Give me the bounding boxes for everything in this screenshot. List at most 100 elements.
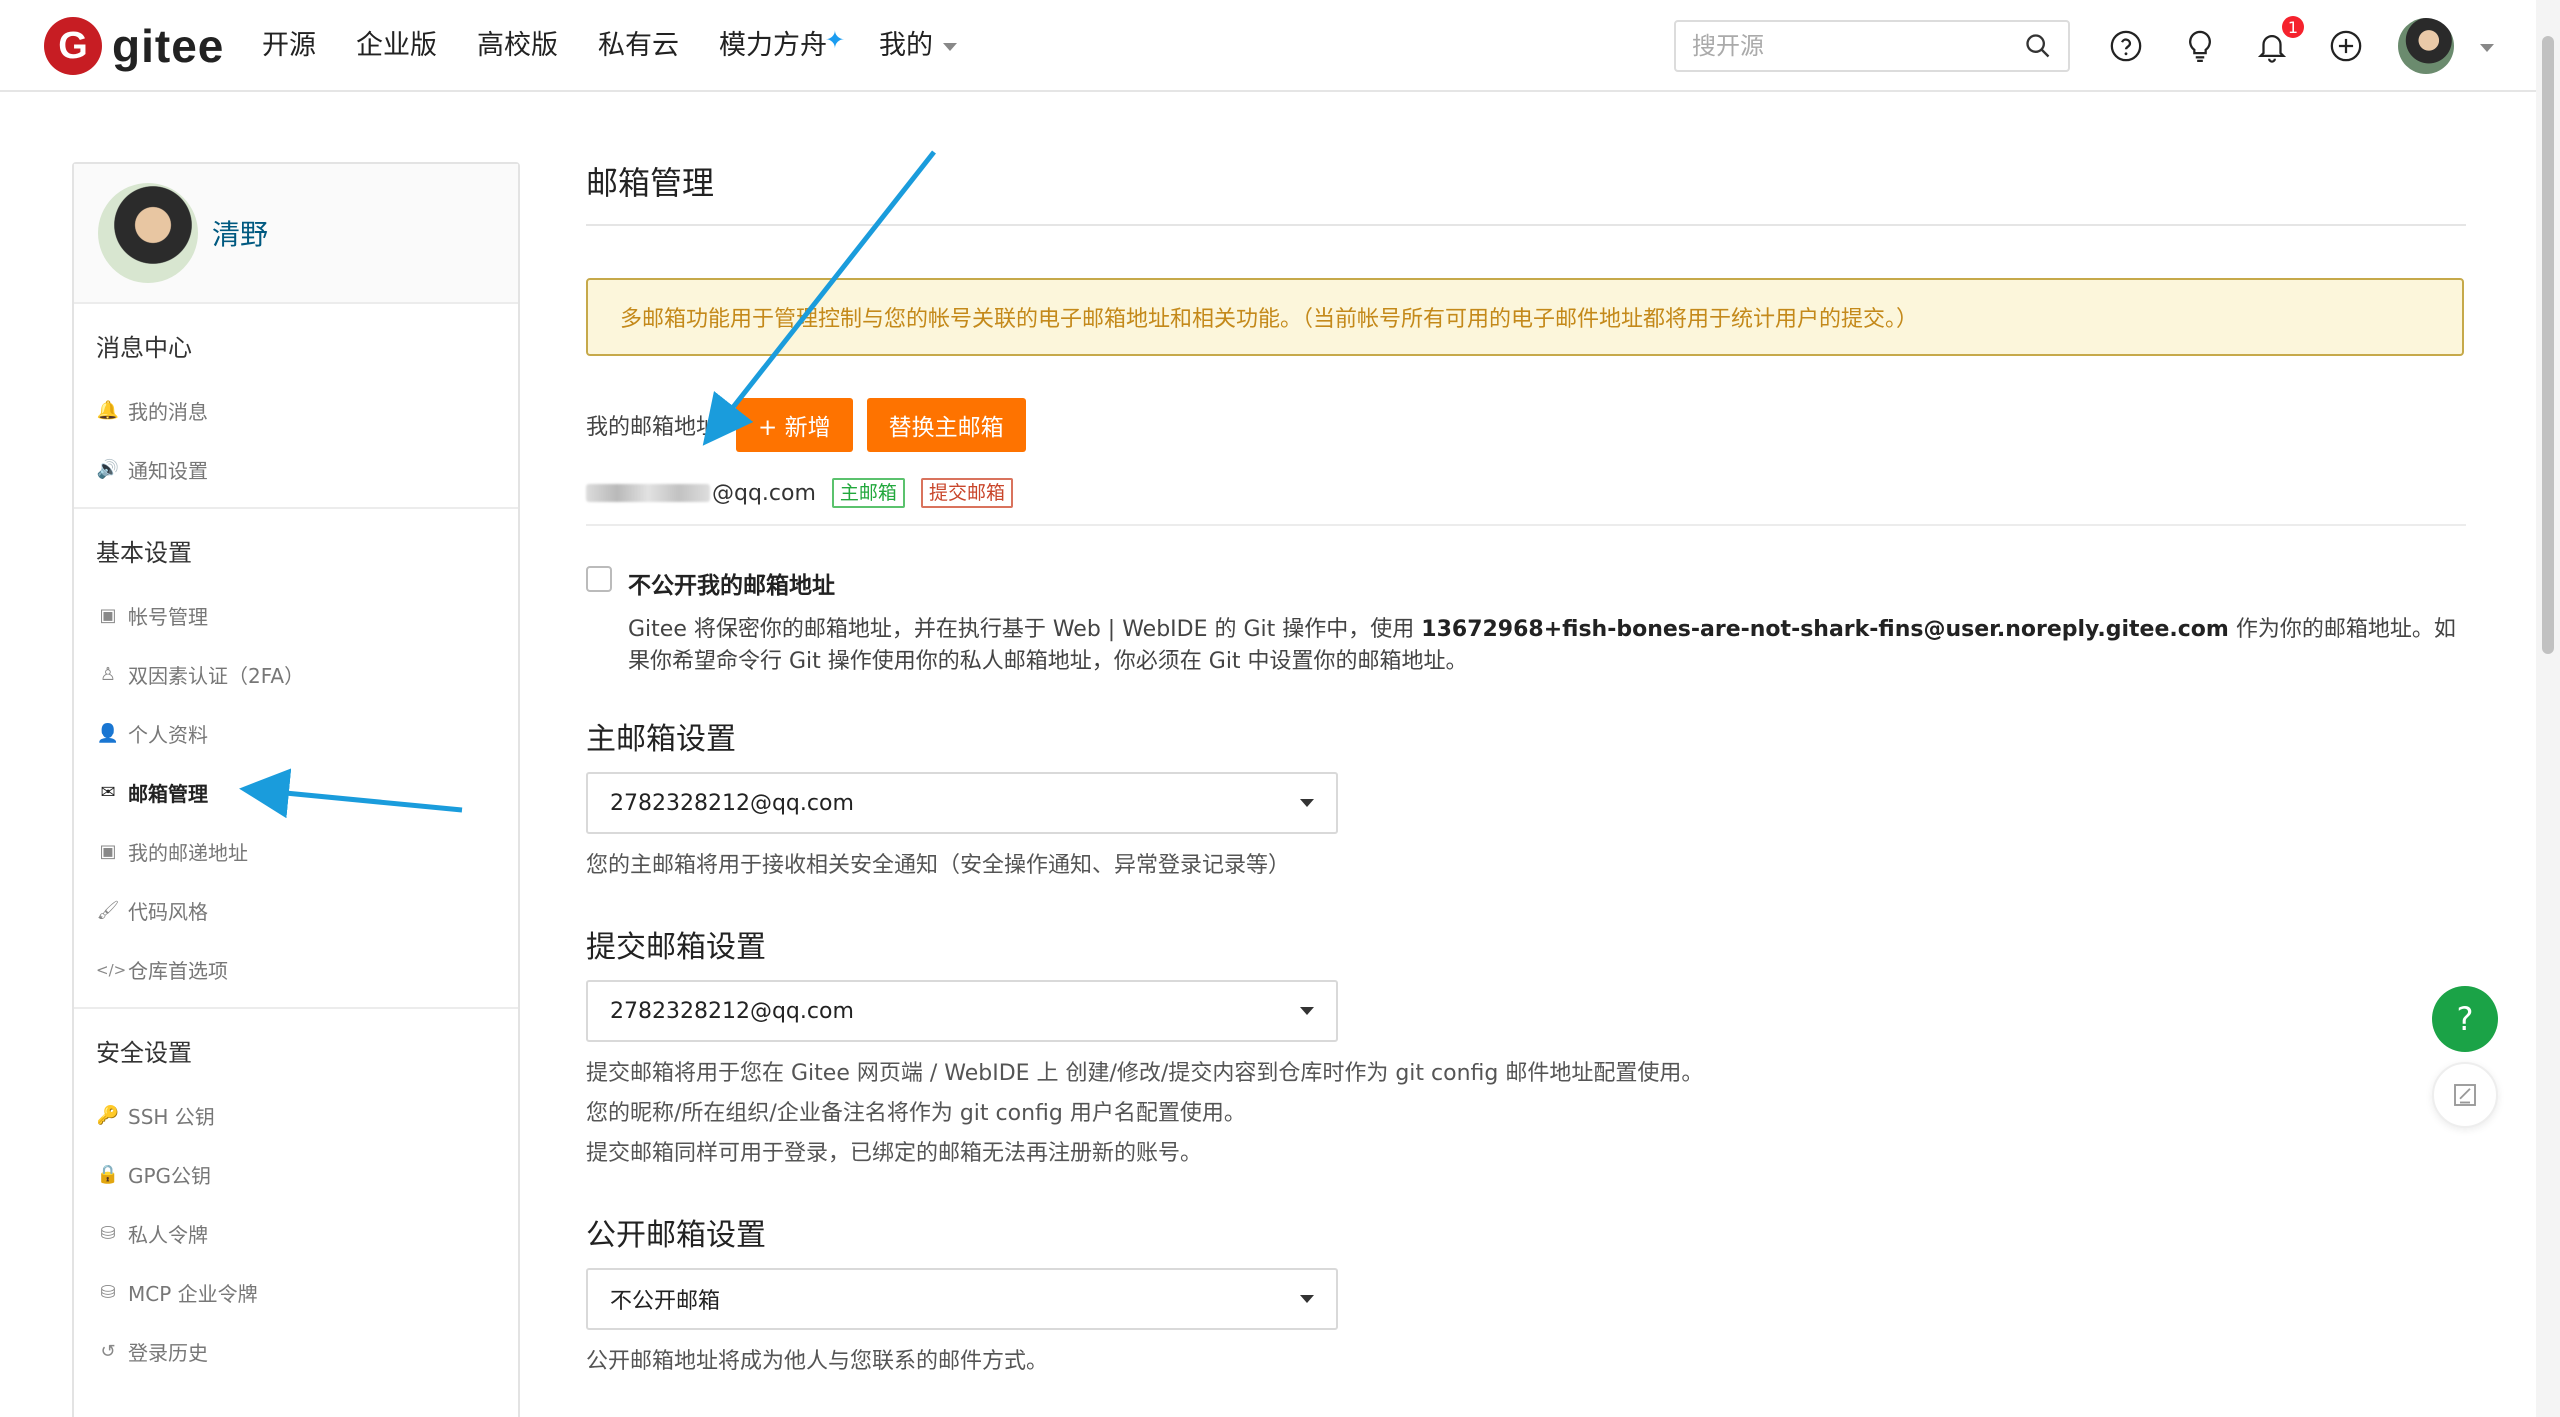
page-scrollbar[interactable]: [2536, 0, 2560, 1417]
dropdown-caret-icon: [1300, 1007, 1314, 1015]
edit-icon: [2454, 1084, 2476, 1106]
commit-email-tag: 提交邮箱: [920, 478, 1013, 508]
sidebar-item-label: 代码风格: [128, 900, 208, 924]
dropdown-caret-icon: [1300, 799, 1314, 807]
hide-email-option: 不公开我的邮箱地址 Gitee 将保密你的邮箱地址，并在执行基于 Web | W…: [586, 566, 2466, 678]
speaker-icon: 🔊: [96, 459, 120, 480]
sidebar-item-my-messages[interactable]: 🔔 我的消息: [74, 381, 518, 440]
commit-email-select[interactable]: 2782328212@qq.com: [586, 980, 1338, 1042]
nav-enterprise[interactable]: 企业版: [356, 24, 437, 68]
feedback-float-button[interactable]: [2432, 1062, 2498, 1128]
page-title: 邮箱管理: [586, 150, 2466, 226]
commit-email-value: 2782328212@qq.com: [610, 998, 854, 1024]
settings-sidebar: 清野 消息中心 🔔 我的消息 🔊 通知设置 基本设置 ▣ 帐号管理 ♙ 双因素认…: [72, 162, 520, 1417]
nav-open-source[interactable]: 开源: [262, 24, 316, 68]
profile-name[interactable]: 清野: [212, 213, 268, 253]
gitee-logo-icon: G: [44, 17, 102, 75]
dropdown-caret-icon: [1300, 1295, 1314, 1303]
sidebar-item-label: 私人令牌: [128, 1223, 208, 1247]
sidebar-item-label: 我的消息: [128, 400, 208, 424]
search-box[interactable]: [1674, 20, 2070, 72]
search-input[interactable]: [1692, 32, 2024, 60]
commit-email-hint-line: 提交邮箱同样可用于登录，已绑定的邮箱无法再注册新的账号。: [586, 1141, 1203, 1166]
sidebar-item-label: 帐号管理: [128, 605, 208, 629]
email-address-suffix: @qq.com: [712, 480, 816, 506]
sidebar-item-repo-preferences[interactable]: </> 仓库首选项: [74, 940, 518, 999]
address-card-icon: ▣: [99, 841, 117, 862]
sidebar-group-basic: 基本设置 ▣ 帐号管理 ♙ 双因素认证（2FA） 👤 个人资料 ✉ 邮箱管理 ▣…: [74, 509, 518, 1009]
hide-email-checkbox[interactable]: [586, 566, 612, 592]
sidebar-group-security: 安全设置 🔑 SSH 公钥 🔒 GPG公钥 ⛁ 私人令牌 ⛁ MCP 企业令牌 …: [74, 1009, 518, 1389]
replace-primary-email-button[interactable]: 替换主邮箱: [866, 398, 1026, 452]
bell-icon: 🔔: [96, 400, 120, 421]
sidebar-item-ssh-keys[interactable]: 🔑 SSH 公钥: [74, 1086, 518, 1145]
sidebar-item-code-style[interactable]: 🖌 代码风格: [74, 881, 518, 940]
sidebar-group-messages: 消息中心 🔔 我的消息 🔊 通知设置: [74, 304, 518, 509]
sidebar-group-title: 消息中心: [96, 334, 192, 362]
id-card-icon: ▣: [99, 605, 117, 626]
sidebar-item-label: 邮箱管理: [128, 782, 208, 806]
hide-email-description: Gitee 将保密你的邮箱地址，并在执行基于 Web | WebIDE 的 Gi…: [628, 614, 2466, 678]
user-lock-icon: ♙: [99, 664, 117, 685]
primary-email-hint: 您的主邮箱将用于接收相关安全通知（安全操作通知、异常登录记录等）: [586, 853, 1291, 878]
sidebar-group-title: 安全设置: [96, 1039, 192, 1067]
envelope-icon: ✉: [100, 782, 116, 803]
commit-email-hint-line: 您的昵称/所在组织/企业备注名将作为 git config 用户名配置使用。: [586, 1101, 1246, 1126]
primary-email-section-title: 主邮箱设置: [586, 722, 736, 757]
add-email-button[interactable]: + 新增: [736, 398, 853, 452]
gitee-logo[interactable]: G gitee: [44, 16, 224, 76]
sidebar-item-notification-settings[interactable]: 🔊 通知设置: [74, 440, 518, 499]
sidebar-item-personal-tokens[interactable]: ⛁ 私人令牌: [74, 1204, 518, 1263]
token-icon: ⛁: [100, 1282, 116, 1303]
help-float-button[interactable]: ?: [2432, 986, 2498, 1052]
primary-email-select[interactable]: 2782328212@qq.com: [586, 772, 1338, 834]
public-email-select[interactable]: 不公开邮箱: [586, 1268, 1338, 1330]
gitee-logo-text: gitee: [112, 20, 225, 72]
public-email-section-title: 公开邮箱设置: [586, 1218, 766, 1253]
sidebar-item-login-history[interactable]: ↺ 登录历史: [74, 1322, 518, 1381]
sidebar-item-email[interactable]: ✉ 邮箱管理: [74, 763, 518, 822]
code-icon: </>: [96, 960, 127, 979]
notification-badge: 1: [2282, 16, 2304, 38]
commit-email-hints: 提交邮箱将用于您在 Gitee 网页端 / WebIDE 上 创建/修改/提交内…: [586, 1054, 2466, 1174]
chevron-down-icon: [943, 42, 957, 51]
sidebar-item-profile[interactable]: 👤 个人资料: [74, 704, 518, 763]
nav-education[interactable]: 高校版: [477, 24, 558, 68]
sidebar-item-postal-address[interactable]: ▣ 我的邮递地址: [74, 822, 518, 881]
email-list-item: @qq.com 主邮箱 提交邮箱: [586, 478, 2466, 526]
nav-moli-fangzhou[interactable]: 模力方舟 ✦: [719, 24, 845, 68]
noreply-email-address: 13672968+fish-bones-are-not-shark-fins@u…: [1421, 617, 2229, 642]
commit-email-hint-line: 提交邮箱将用于您在 Gitee 网页端 / WebIDE 上 创建/修改/提交内…: [586, 1061, 1704, 1086]
plus-circle-icon[interactable]: [2326, 26, 2366, 66]
sidebar-item-label: 仓库首选项: [128, 959, 228, 983]
primary-email-value: 2782328212@qq.com: [610, 790, 854, 816]
help-icon[interactable]: [2106, 26, 2146, 66]
sidebar-item-label: 个人资料: [128, 723, 208, 747]
nav-mine[interactable]: 我的: [879, 24, 957, 68]
avatar[interactable]: [98, 183, 198, 283]
key-icon: 🔑: [96, 1105, 120, 1126]
chevron-down-icon[interactable]: [2480, 44, 2494, 52]
sidebar-item-label: 双因素认证（2FA）: [128, 664, 305, 688]
public-email-hint: 公开邮箱地址将成为他人与您联系的邮件方式。: [586, 1349, 1049, 1374]
brush-icon: 🖌: [96, 900, 120, 921]
sidebar-item-gpg-keys[interactable]: 🔒 GPG公钥: [74, 1145, 518, 1204]
primary-email-tag: 主邮箱: [831, 478, 905, 508]
scrollbar-thumb[interactable]: [2542, 36, 2554, 654]
user-avatar[interactable]: [2398, 18, 2454, 74]
lock-icon: 🔒: [96, 1164, 120, 1185]
bell-icon[interactable]: 1: [2252, 16, 2304, 66]
sidebar-item-label: 我的邮递地址: [128, 841, 248, 865]
hide-email-title[interactable]: 不公开我的邮箱地址: [628, 566, 2466, 600]
email-settings-main: 邮箱管理 多邮箱功能用于管理控制与您的帐号关联的电子邮箱地址和相关功能。（当前帐…: [586, 150, 2466, 1382]
lightbulb-icon[interactable]: [2180, 26, 2220, 66]
public-email-value: 不公开邮箱: [610, 1289, 721, 1314]
sidebar-item-account[interactable]: ▣ 帐号管理: [74, 586, 518, 645]
search-icon[interactable]: [2024, 32, 2052, 60]
sidebar-item-2fa[interactable]: ♙ 双因素认证（2FA）: [74, 645, 518, 704]
nav-private-cloud[interactable]: 私有云: [598, 24, 679, 68]
sidebar-item-mcp-tokens[interactable]: ⛁ MCP 企业令牌: [74, 1263, 518, 1322]
sidebar-item-label: 登录历史: [128, 1341, 208, 1365]
sidebar-item-label: SSH 公钥: [128, 1105, 215, 1129]
redacted-email-prefix: [586, 484, 710, 502]
